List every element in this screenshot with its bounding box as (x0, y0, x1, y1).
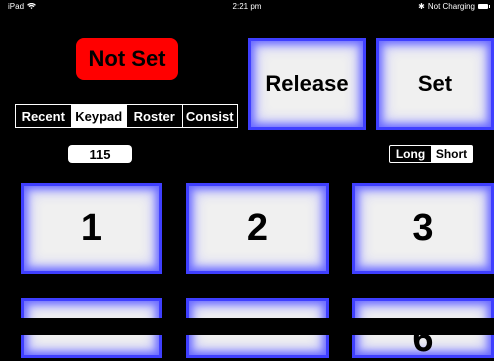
status-right: ✱ Not Charging (418, 2, 490, 11)
set-button[interactable]: Set (376, 38, 494, 130)
address-field[interactable]: 115 (68, 145, 132, 163)
bottom-overlay (0, 318, 494, 335)
tab-roster[interactable]: Roster (127, 105, 183, 127)
tab-consist[interactable]: Consist (183, 105, 238, 127)
short-option[interactable]: Short (431, 146, 472, 162)
long-option[interactable]: Long (390, 146, 431, 162)
keypad-key-3[interactable]: 3 (352, 183, 494, 274)
bluetooth-icon: ✱ (418, 2, 425, 11)
keypad-key-2[interactable]: 2 (186, 183, 329, 274)
tab-keypad[interactable]: Keypad (71, 105, 127, 127)
status-bar: iPad 2:21 pm ✱ Not Charging (0, 0, 494, 14)
battery-status-text: Not Charging (427, 2, 475, 11)
release-button[interactable]: Release (248, 38, 366, 130)
selection-mode-tabs: Recent Keypad Roster Consist (15, 104, 238, 128)
battery-icon (478, 4, 490, 9)
not-set-indicator[interactable]: Not Set (76, 38, 178, 80)
address-type-toggle: Long Short (389, 145, 473, 163)
tab-recent[interactable]: Recent (16, 105, 72, 127)
keypad-key-1[interactable]: 1 (21, 183, 162, 274)
